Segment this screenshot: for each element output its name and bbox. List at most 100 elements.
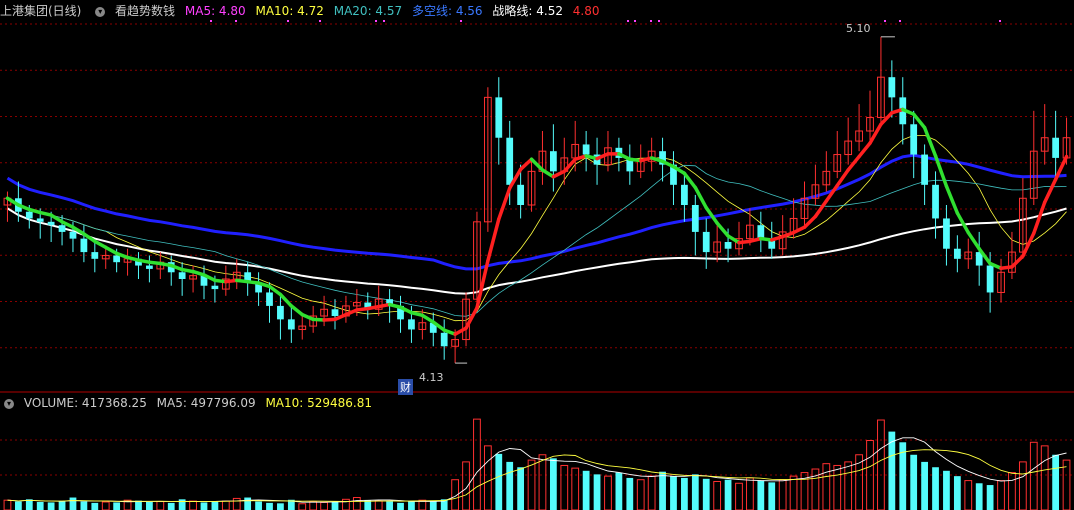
trend-line-segment	[1042, 177, 1058, 205]
volume-bar-up	[778, 479, 787, 510]
volume-bar-up	[560, 464, 569, 510]
volume-bar-up	[789, 475, 798, 510]
candle-down	[702, 231, 710, 253]
volume-bar-up	[571, 467, 580, 510]
candle-down	[178, 272, 186, 279]
trend-line-segment	[420, 313, 436, 324]
indicator-name[interactable]: 看趋势数钱	[115, 4, 175, 18]
financial-report-marker[interactable]: 财	[398, 379, 413, 395]
volume-bar-down	[943, 470, 950, 510]
volume-bar-up	[352, 497, 361, 510]
ma5-value: MA5: 4.80	[184, 4, 246, 18]
volume-bar-down	[244, 497, 252, 510]
volume-bar-up	[232, 497, 241, 510]
header-marker	[210, 20, 212, 22]
candle-down	[943, 218, 950, 249]
zhanlue-line	[6, 207, 1067, 295]
stock-title[interactable]: 上港集团(日线)	[0, 4, 81, 18]
kline-chart[interactable]	[0, 0, 1074, 510]
trend-line-segment	[726, 234, 741, 245]
volume-bar-up	[647, 475, 656, 510]
volume-bar-down	[266, 502, 273, 510]
trend-line-segment	[529, 157, 545, 172]
duokong-value: 多空线: 4.56	[411, 4, 483, 18]
volume-bar-down	[975, 483, 983, 510]
volume-bar-down	[495, 453, 503, 510]
trend-line-segment	[791, 225, 807, 235]
volume-bar-up	[1040, 445, 1049, 510]
volume-ma10-line	[7, 449, 1067, 502]
trend-line-segment	[617, 152, 632, 162]
volume-bar-up	[473, 418, 481, 510]
extra-value: 4.80	[572, 4, 600, 18]
volume-bar-down	[408, 501, 415, 510]
candle-down	[495, 97, 503, 138]
volume-bar-down	[615, 472, 623, 510]
volume-bar-down	[953, 476, 961, 510]
volume-bar-down	[36, 501, 44, 510]
header-marker	[460, 20, 462, 22]
trend-line-segment	[93, 239, 108, 250]
header-marker	[650, 20, 652, 22]
volume-bar-down	[277, 503, 284, 510]
candle-down	[506, 137, 514, 185]
volume-bar-down	[549, 458, 557, 510]
trend-line-segment	[693, 185, 708, 210]
trend-line-segment	[955, 211, 971, 235]
volume-bar-up	[735, 482, 743, 510]
trend-line-segment	[966, 230, 981, 251]
candle-down	[681, 184, 688, 205]
volume-bar-down	[1052, 454, 1060, 510]
trend-line-segment	[813, 199, 829, 219]
candle-down	[517, 184, 525, 205]
candle-down	[25, 211, 33, 219]
candle-down	[549, 151, 557, 172]
trend-line-segment	[660, 159, 676, 169]
candle-down	[757, 225, 765, 239]
header-marker	[999, 20, 1001, 22]
candle-down	[953, 248, 961, 259]
candle-down	[331, 309, 339, 316]
volume-bar-down	[25, 499, 33, 510]
trend-line-segment	[868, 122, 883, 145]
volume-bar-down	[659, 471, 666, 510]
volume-bar-up	[964, 480, 973, 510]
indicator-toggle-icon[interactable]: ▾	[95, 6, 106, 17]
volume-bar-up	[156, 501, 165, 510]
zhanlue-value: 战略线: 4.52	[492, 4, 563, 18]
volume-bar-up	[1018, 461, 1027, 510]
header-marker	[634, 20, 636, 22]
trend-line-segment	[857, 141, 872, 159]
volume-bar-down	[932, 467, 939, 510]
low-price-label: 4.13	[419, 371, 444, 384]
volume-bar-down	[386, 501, 393, 510]
volume-bar-down	[69, 497, 77, 510]
volume-bar-up	[3, 499, 12, 510]
volume-bar-down	[626, 477, 634, 510]
volume-bar-up	[1008, 472, 1016, 510]
volume-ma5-value: MA5: 497796.09	[156, 396, 256, 410]
candle-down	[440, 332, 448, 347]
volume-toggle-icon[interactable]: ▾	[4, 398, 14, 409]
volume-bar-down	[702, 478, 710, 510]
volume-bar-down	[211, 501, 219, 510]
volume-bar-up	[189, 500, 197, 510]
price-chart-header: 上港集团(日线) ▾ 看趋势数钱 MA5: 4.80 MA10: 4.72 MA…	[0, 2, 606, 20]
trend-line-segment	[300, 312, 315, 322]
volume-bar-up	[636, 479, 645, 510]
header-marker	[383, 20, 385, 22]
volume-bar-up	[462, 461, 470, 510]
candle-down	[80, 238, 88, 253]
trend-line-segment	[103, 245, 119, 256]
trend-line-segment	[1010, 254, 1025, 269]
trend-line-segment	[289, 304, 305, 317]
volume-bar-up	[997, 480, 1005, 510]
volume-value: VOLUME: 417368.25	[23, 396, 147, 410]
trend-line-segment	[486, 217, 501, 263]
volume-bar-down	[397, 502, 404, 510]
candle-down	[408, 319, 415, 330]
volume-bar-up	[483, 445, 492, 510]
volume-bar-down	[255, 501, 262, 510]
trend-line-segment	[715, 221, 730, 238]
volume-bar-down	[517, 467, 525, 510]
